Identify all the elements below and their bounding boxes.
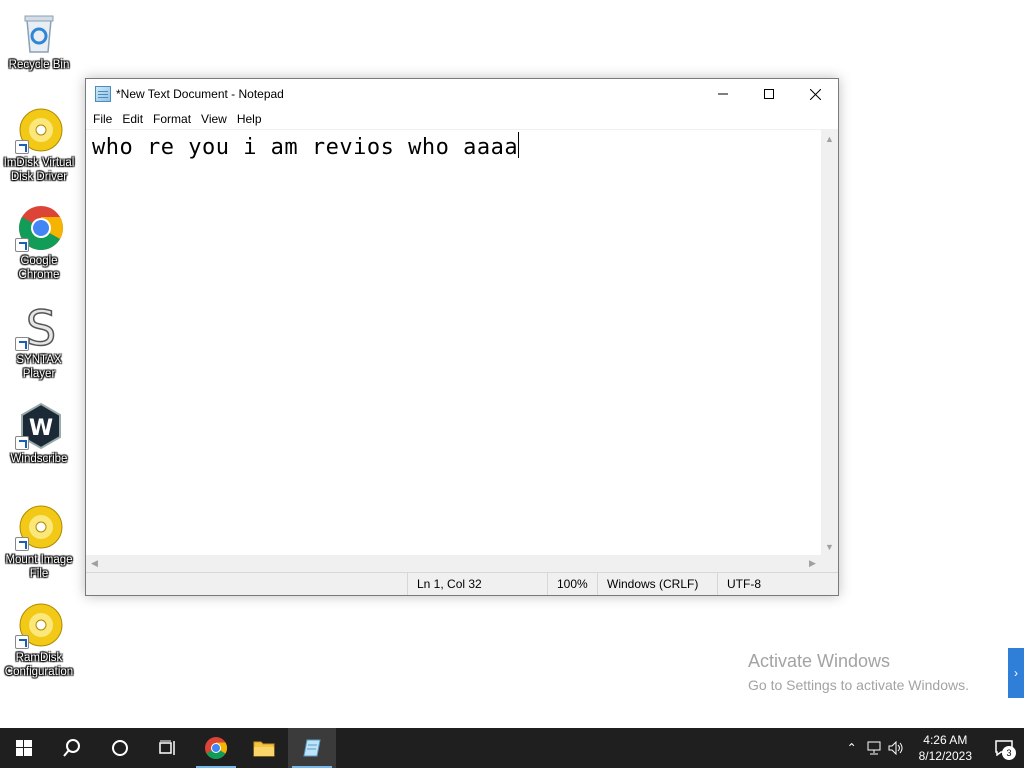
- clock-date: 8/12/2023: [918, 749, 972, 763]
- desktop-icon-label: Mount Image File: [5, 554, 73, 580]
- action-center-button[interactable]: 3: [984, 728, 1024, 768]
- status-position: Ln 1, Col 32: [407, 573, 547, 595]
- menu-edit[interactable]: Edit: [117, 112, 148, 126]
- syntax-s-icon: S: [15, 300, 63, 358]
- close-button[interactable]: [792, 79, 838, 109]
- menu-help[interactable]: Help: [232, 112, 267, 126]
- desktop-icon-mount-image-file[interactable]: Mount Image File: [0, 503, 78, 581]
- windscribe-icon: W: [15, 402, 63, 450]
- desktop-icon-syntax-player[interactable]: S SYNTAX Player: [0, 300, 78, 381]
- desktop-icon-label: Windscribe: [10, 453, 68, 465]
- notification-count-badge: 3: [1002, 746, 1016, 760]
- scroll-right-icon[interactable]: ▶: [804, 555, 821, 572]
- chevron-right-icon: ›: [1014, 666, 1018, 680]
- folder-icon: [253, 741, 275, 757]
- desktop-icon-windscribe[interactable]: W Windscribe: [0, 402, 78, 466]
- disc-icon: [15, 601, 63, 649]
- watermark-subtitle: Go to Settings to activate Windows.: [748, 677, 969, 693]
- chevron-up-icon: ⌃: [846, 741, 857, 755]
- windows-logo-icon: [16, 740, 32, 756]
- chrome-icon: [15, 204, 63, 252]
- status-encoding: UTF-8: [717, 573, 838, 595]
- desktop-icon-label: SYNTAX Player: [16, 354, 62, 380]
- volume-icon: [888, 741, 903, 755]
- scroll-left-icon[interactable]: ◀: [86, 555, 103, 572]
- title-bar[interactable]: *New Text Document - Notepad: [86, 79, 838, 109]
- cortana-circle-icon: [112, 740, 128, 756]
- menu-file[interactable]: File: [88, 112, 117, 126]
- show-hidden-icons-button[interactable]: ⌃: [841, 741, 863, 755]
- task-view-button[interactable]: [144, 728, 192, 768]
- maximize-button[interactable]: [746, 79, 792, 109]
- system-tray: ⌃ 4:26 AM 8/12/2023 3: [841, 728, 1024, 768]
- watermark-title: Activate Windows: [748, 651, 891, 671]
- shortcut-arrow-icon: [15, 140, 29, 154]
- text-caret: [518, 132, 520, 158]
- status-line-ending: Windows (CRLF): [597, 573, 717, 595]
- disc-icon: [15, 106, 63, 154]
- taskbar-notepad[interactable]: [288, 728, 336, 768]
- scroll-down-icon[interactable]: ▼: [821, 538, 838, 555]
- desktop-icon-label: ImDisk Virtual Disk Driver: [3, 157, 75, 183]
- desktop-icon-google-chrome[interactable]: Google Chrome: [0, 204, 78, 282]
- shortcut-arrow-icon: [15, 337, 29, 351]
- desktop-icon-label: Recycle Bin: [8, 59, 70, 71]
- minimize-button[interactable]: [700, 79, 746, 109]
- desktop-icon-label: RamDisk Configuration: [4, 652, 74, 678]
- clock-time: 4:26 AM: [923, 733, 968, 747]
- menu-format[interactable]: Format: [148, 112, 196, 126]
- volume-button[interactable]: [885, 741, 907, 755]
- chrome-icon: [205, 737, 227, 759]
- cortana-button[interactable]: [96, 728, 144, 768]
- task-view-icon: [159, 740, 175, 755]
- menu-bar: File Edit Format View Help: [86, 109, 838, 129]
- recycle-bin-icon: [15, 8, 63, 56]
- network-button[interactable]: [863, 741, 885, 755]
- search-icon: [63, 739, 80, 757]
- disc-icon: [15, 503, 63, 551]
- desktop-icon-recycle-bin[interactable]: Recycle Bin: [0, 8, 78, 72]
- horizontal-scrollbar[interactable]: ◀ ▶: [86, 555, 821, 572]
- svg-text:W: W: [29, 416, 53, 441]
- scrollbar-corner: [821, 555, 838, 572]
- scroll-up-icon[interactable]: ▲: [821, 130, 838, 147]
- desktop-icon-ramdisk-configuration[interactable]: RamDisk Configuration: [0, 601, 78, 679]
- search-button[interactable]: [48, 728, 96, 768]
- status-bar: Ln 1, Col 32 100% Windows (CRLF) UTF-8: [86, 572, 838, 595]
- menu-view[interactable]: View: [196, 112, 232, 126]
- status-zoom: 100%: [547, 573, 597, 595]
- taskbar-chrome[interactable]: [192, 728, 240, 768]
- notepad-icon: [95, 86, 111, 102]
- shortcut-arrow-icon: [15, 238, 29, 252]
- desktop-icon-label: Google Chrome: [18, 255, 60, 281]
- vertical-scrollbar[interactable]: ▲ ▼: [821, 130, 838, 555]
- taskbar-clock[interactable]: 4:26 AM 8/12/2023: [907, 732, 984, 764]
- window-title: *New Text Document - Notepad: [116, 87, 284, 101]
- shortcut-arrow-icon: [15, 436, 29, 450]
- close-icon: [809, 88, 821, 100]
- svg-text:S: S: [26, 303, 56, 351]
- maximize-icon: [764, 89, 774, 99]
- editor-text-line[interactable]: who re you i am revios who aaaa: [92, 132, 520, 160]
- activate-windows-watermark: Activate Windows Go to Settings to activ…: [748, 651, 969, 693]
- desktop-icon-imdisk[interactable]: ImDisk Virtual Disk Driver: [0, 106, 78, 184]
- notepad-icon: [303, 739, 321, 757]
- minimize-icon: [718, 93, 728, 95]
- editor-content: who re you i am revios who aaaa: [92, 135, 519, 160]
- taskbar: ⌃ 4:26 AM 8/12/2023 3: [0, 728, 1024, 768]
- text-editor[interactable]: who re you i am revios who aaaa ▲ ▼ ◀ ▶: [86, 129, 838, 572]
- network-icon: [867, 741, 881, 755]
- start-button[interactable]: [0, 728, 48, 768]
- shortcut-arrow-icon: [15, 537, 29, 551]
- side-expand-tab[interactable]: ›: [1008, 648, 1024, 698]
- taskbar-file-explorer[interactable]: [240, 728, 288, 768]
- notepad-window: *New Text Document - Notepad File Edit F…: [85, 78, 839, 596]
- shortcut-arrow-icon: [15, 635, 29, 649]
